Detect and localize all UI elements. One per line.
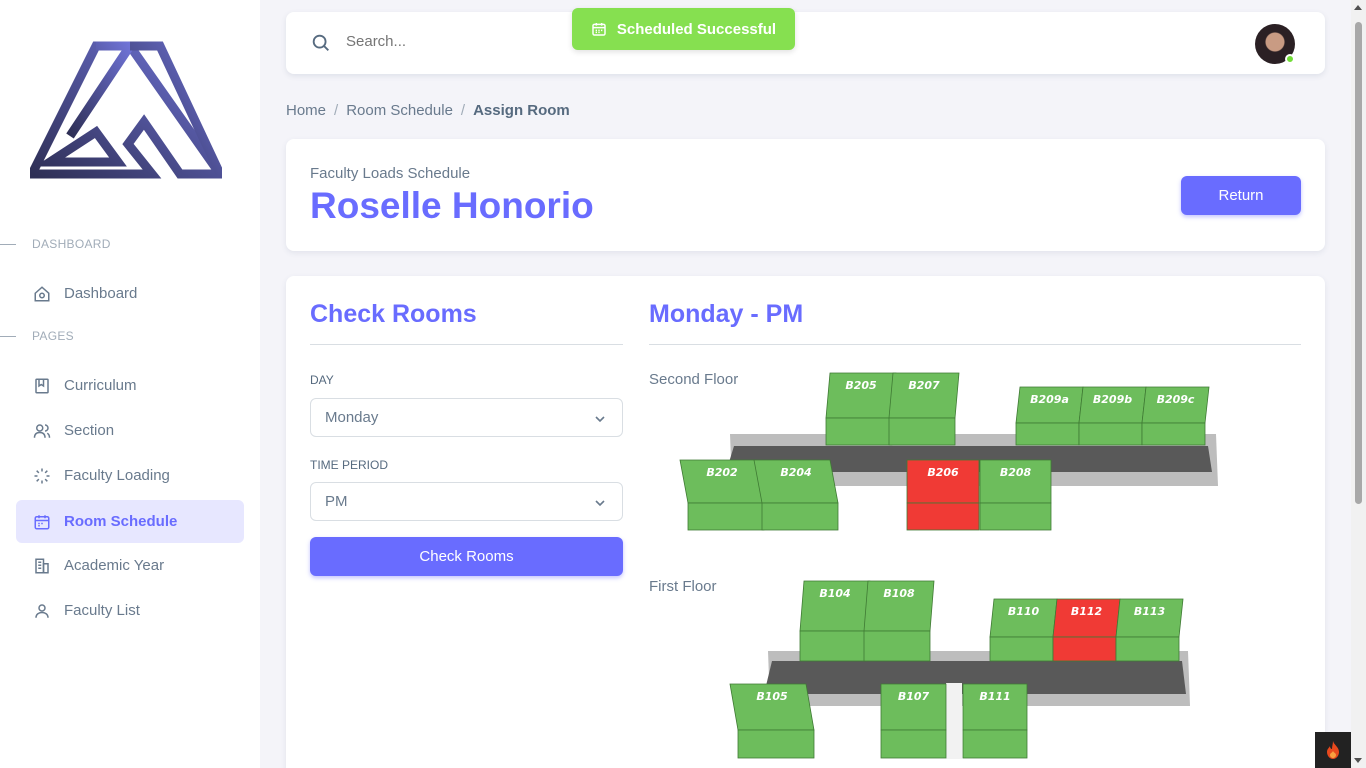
room-label: B208 — [1000, 466, 1032, 479]
sidebar: DASHBOARD Dashboard PAGES Curriculum Sec… — [0, 0, 260, 768]
sidebar-item-curriculum[interactable]: Curriculum — [16, 364, 244, 407]
sidebar-item-label: Dashboard — [64, 285, 138, 302]
room-label: B107 — [898, 690, 930, 703]
room-block — [863, 630, 931, 662]
room-b207[interactable]: B207 — [888, 372, 960, 446]
sidebar-item-label: Curriculum — [64, 377, 137, 394]
avatar[interactable] — [1255, 24, 1295, 64]
room-label: B104 — [819, 587, 850, 600]
card-subtitle: Faculty Loads Schedule — [310, 165, 471, 182]
room-b110[interactable]: B110 — [989, 598, 1058, 662]
sidebar-item-room-schedule[interactable]: Room Schedule — [16, 500, 244, 543]
sidebar-item-label: Room Schedule — [64, 513, 178, 530]
faculty-name: Roselle Honorio — [310, 185, 594, 226]
room-b108[interactable]: B108 — [863, 580, 935, 662]
room-block — [989, 636, 1054, 662]
sidebar-item-faculty-list[interactable]: Faculty List — [16, 589, 244, 632]
room-label: B205 — [845, 379, 877, 392]
breadcrumb-current: Assign Room — [473, 102, 570, 119]
online-status-dot — [1285, 54, 1295, 64]
room-b208[interactable]: B208 — [979, 459, 1052, 531]
room-label: B113 — [1134, 605, 1166, 618]
home-icon — [32, 284, 52, 304]
success-toast: Scheduled Successful — [572, 8, 795, 50]
room-block — [799, 630, 867, 662]
toast-message: Scheduled Successful — [616, 20, 777, 38]
room-b206[interactable]: B206 — [906, 459, 980, 531]
room-b209b[interactable]: B209b — [1078, 386, 1147, 446]
return-button[interactable]: Return — [1181, 176, 1301, 215]
app-logo[interactable] — [30, 40, 222, 185]
framework-badge-icon[interactable] — [1315, 732, 1351, 768]
room-b105[interactable]: B105 — [729, 683, 815, 759]
room-block — [761, 502, 839, 531]
room-block — [1141, 422, 1206, 446]
breadcrumb: Home / Room Schedule / Assign Room — [286, 102, 570, 119]
room-label: B105 — [756, 690, 788, 703]
room-block — [888, 417, 956, 446]
room-b111[interactable]: B111 — [962, 683, 1028, 759]
room-label: B202 — [706, 466, 738, 479]
room-block — [1015, 422, 1080, 446]
room-label: B110 — [1008, 605, 1040, 618]
room-b209a[interactable]: B209a — [1015, 386, 1084, 446]
scrollbar-thumb[interactable] — [1355, 22, 1362, 504]
breadcrumb-room-schedule[interactable]: Room Schedule — [346, 102, 453, 119]
room-block — [979, 502, 1052, 531]
room-block — [1115, 636, 1180, 662]
room-block — [737, 729, 815, 759]
room-label: B204 — [780, 466, 811, 479]
room-b204[interactable]: B204 — [753, 459, 839, 531]
menu-header-pages: PAGES — [0, 329, 74, 343]
calendar-icon — [591, 21, 607, 37]
room-label: B209a — [1030, 393, 1069, 406]
sidebar-item-label: Section — [64, 422, 115, 439]
sidebar-item-academic-year[interactable]: Academic Year — [16, 544, 244, 587]
room-b113[interactable]: B113 — [1115, 598, 1184, 662]
room-block — [880, 729, 947, 759]
page-scrollbar[interactable] — [1351, 0, 1366, 768]
room-label: B209c — [1157, 393, 1195, 406]
stairway — [946, 683, 962, 759]
sidebar-item-label: Academic Year — [64, 557, 165, 574]
room-label: B209b — [1093, 393, 1132, 406]
top-navbar — [286, 12, 1325, 74]
room-block — [1052, 636, 1117, 662]
room-block — [906, 502, 980, 531]
scroll-up-arrow-icon[interactable] — [1354, 5, 1362, 10]
loader-icon — [32, 466, 52, 486]
room-label: B207 — [908, 379, 940, 392]
menu-header-dashboard: DASHBOARD — [0, 237, 111, 251]
sidebar-item-faculty-loading[interactable]: Faculty Loading — [16, 454, 244, 497]
user-icon — [32, 601, 52, 621]
search-icon[interactable] — [310, 32, 332, 54]
room-label: B112 — [1071, 605, 1103, 618]
room-label: B111 — [979, 690, 1010, 703]
room-b107[interactable]: B107 — [880, 683, 947, 759]
breadcrumb-home[interactable]: Home — [286, 102, 326, 119]
sidebar-item-section[interactable]: Section — [16, 409, 244, 452]
room-label: B108 — [883, 587, 915, 600]
room-b209c[interactable]: B209c — [1141, 386, 1210, 446]
room-label: B206 — [927, 466, 959, 479]
room-block — [962, 729, 1028, 759]
scroll-down-arrow-icon[interactable] — [1354, 758, 1362, 763]
room-block — [687, 502, 765, 531]
room-b202[interactable]: B202 — [679, 459, 765, 531]
room-b112[interactable]: B112 — [1052, 598, 1121, 662]
floor-map: B205 B207 B209a B209b B209c B202 B204 B206 B208 B… — [679, 372, 1218, 759]
sidebar-item-dashboard[interactable]: Dashboard — [16, 272, 244, 315]
sidebar-item-label: Faculty Loading — [64, 467, 170, 484]
check-rooms-card: Check Rooms DAY Monday TIME PERIOD PM Ch… — [286, 276, 1325, 768]
room-block — [825, 417, 893, 446]
faculty-header-card: Faculty Loads Schedule Roselle Honorio R… — [286, 139, 1325, 251]
room-b205[interactable]: B205 — [825, 372, 897, 446]
sidebar-item-label: Faculty List — [64, 602, 140, 619]
users-icon — [32, 421, 52, 441]
calendar-icon — [32, 512, 52, 532]
room-b104[interactable]: B104 — [799, 580, 871, 662]
room-block — [1078, 422, 1143, 446]
book-icon — [32, 376, 52, 396]
building-icon — [32, 556, 52, 576]
